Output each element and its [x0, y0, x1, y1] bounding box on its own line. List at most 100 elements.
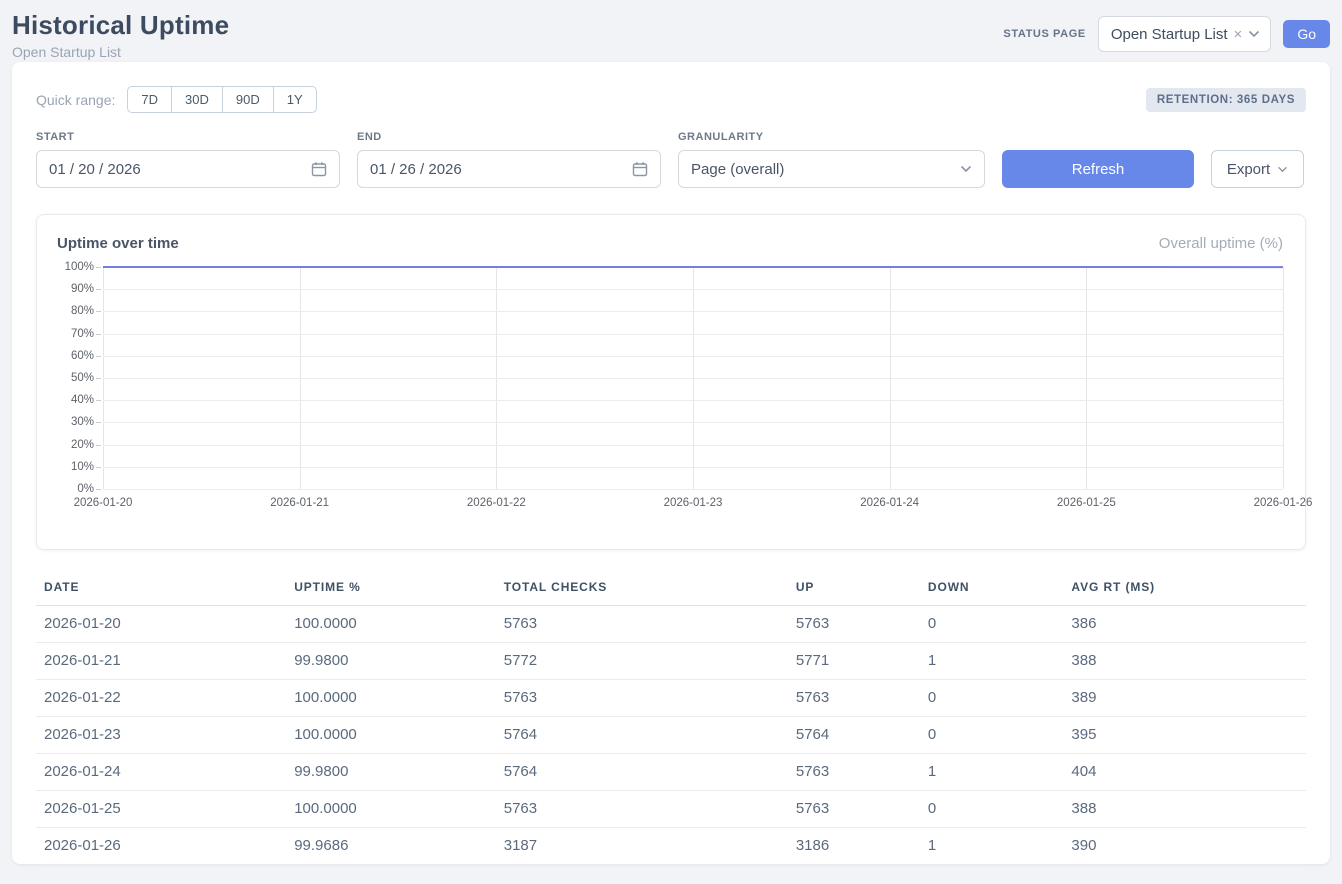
page-header: Historical Uptime Open Startup List STAT… [0, 0, 1342, 62]
table-cell: 2026-01-23 [36, 717, 286, 754]
table-cell: 5763 [788, 680, 920, 717]
table-cell: 0 [920, 680, 1064, 717]
chart-x-axis: 2026-01-202026-01-212026-01-222026-01-23… [103, 489, 1283, 511]
table-cell: 388 [1063, 791, 1306, 828]
table-cell: 404 [1063, 754, 1306, 791]
column-header: DATE [36, 570, 286, 606]
table-cell: 2026-01-20 [36, 606, 286, 643]
quick-range-90d-button[interactable]: 90D [222, 86, 274, 113]
granularity-select[interactable]: Page (overall) [678, 150, 985, 188]
y-tick-label: 50% [71, 372, 94, 384]
quick-range-group: 7D30D90D1Y [127, 86, 316, 113]
y-tick-label: 70% [71, 328, 94, 340]
table-row: 2026-01-2199.9800577257711388 [36, 643, 1306, 680]
start-date-value: 01 / 20 / 2026 [49, 161, 141, 178]
chevron-down-icon [1248, 30, 1260, 38]
uptime-chart-card: Uptime over time Overall uptime (%) 100%… [36, 214, 1306, 550]
calendar-icon[interactable] [632, 161, 648, 177]
title-block: Historical Uptime Open Startup List [12, 10, 229, 60]
y-tick-label: 90% [71, 283, 94, 295]
y-tick-label: 40% [71, 394, 94, 406]
y-tick-label: 100% [65, 261, 94, 273]
calendar-icon[interactable] [311, 161, 327, 177]
quick-range-1y-button[interactable]: 1Y [273, 86, 317, 113]
table-row: 2026-01-2699.9686318731861390 [36, 828, 1306, 865]
table-cell: 3186 [788, 828, 920, 865]
table-cell: 5763 [496, 606, 788, 643]
quick-range-label: Quick range: [36, 92, 115, 108]
column-header: UP [788, 570, 920, 606]
table-cell: 100.0000 [286, 717, 496, 754]
vertical-gridline [1283, 267, 1284, 489]
retention-badge: RETENTION: 365 DAYS [1146, 88, 1306, 112]
status-page-selected-value: Open Startup List [1111, 26, 1228, 43]
column-header: TOTAL CHECKS [496, 570, 788, 606]
page-subtitle: Open Startup List [12, 44, 229, 60]
table-cell: 2026-01-25 [36, 791, 286, 828]
quick-range-row: Quick range: 7D30D90D1Y RETENTION: 365 D… [36, 86, 1306, 113]
x-tick-label: 2026-01-20 [74, 497, 133, 509]
table-cell: 0 [920, 791, 1064, 828]
table-cell: 2026-01-21 [36, 643, 286, 680]
table-cell: 2026-01-26 [36, 828, 286, 865]
chart-plot-area [103, 267, 1283, 489]
x-tick-label: 2026-01-23 [664, 497, 723, 509]
table-cell: 2026-01-24 [36, 754, 286, 791]
refresh-button[interactable]: Refresh [1002, 150, 1194, 188]
chart-y-axis: 100%90%80%70%60%50%40%30%20%10%0% [57, 267, 103, 489]
table-cell: 5763 [496, 680, 788, 717]
main-panel: Quick range: 7D30D90D1Y RETENTION: 365 D… [12, 62, 1330, 864]
export-button-label: Export [1227, 161, 1270, 178]
header-controls: STATUS PAGE Open Startup List × Go [1003, 16, 1330, 52]
table-header-row: DATEUPTIME %TOTAL CHECKSUPDOWNAVG RT (MS… [36, 570, 1306, 606]
table-cell: 100.0000 [286, 680, 496, 717]
start-date-label: START [36, 131, 340, 143]
quick-range-30d-button[interactable]: 30D [171, 86, 223, 113]
table-cell: 100.0000 [286, 606, 496, 643]
go-button[interactable]: Go [1283, 20, 1330, 48]
table-row: 2026-01-20100.0000576357630386 [36, 606, 1306, 643]
table-cell: 5763 [496, 791, 788, 828]
column-header: DOWN [920, 570, 1064, 606]
y-tick-label: 20% [71, 439, 94, 451]
table-cell: 5772 [496, 643, 788, 680]
filters-row: START 01 / 20 / 2026 END 01 / 26 / 2026 … [36, 131, 1306, 188]
end-date-input[interactable]: 01 / 26 / 2026 [357, 150, 661, 188]
quick-range-7d-button[interactable]: 7D [127, 86, 172, 113]
table-cell: 1 [920, 643, 1064, 680]
table-cell: 3187 [496, 828, 788, 865]
table-row: 2026-01-2499.9800576457631404 [36, 754, 1306, 791]
start-date-input[interactable]: 01 / 20 / 2026 [36, 150, 340, 188]
x-tick-label: 2026-01-24 [860, 497, 919, 509]
table-cell: 5764 [496, 717, 788, 754]
table-cell: 390 [1063, 828, 1306, 865]
table-cell: 5764 [788, 717, 920, 754]
chevron-down-icon [960, 165, 972, 173]
table-cell: 1 [920, 754, 1064, 791]
table-cell: 5763 [788, 606, 920, 643]
status-page-select[interactable]: Open Startup List × [1098, 16, 1272, 52]
chevron-down-icon [1277, 166, 1288, 173]
x-tick-label: 2026-01-21 [270, 497, 329, 509]
uptime-table: DATEUPTIME %TOTAL CHECKSUPDOWNAVG RT (MS… [36, 570, 1306, 865]
x-tick-label: 2026-01-26 [1254, 497, 1313, 509]
table-cell: 5771 [788, 643, 920, 680]
chart-title: Uptime over time [57, 235, 179, 252]
table-cell: 2026-01-22 [36, 680, 286, 717]
table-cell: 99.9800 [286, 643, 496, 680]
table-cell: 389 [1063, 680, 1306, 717]
chart-body: 100%90%80%70%60%50%40%30%20%10%0% [57, 267, 1283, 489]
table-cell: 99.9800 [286, 754, 496, 791]
export-button[interactable]: Export [1211, 150, 1304, 188]
table-row: 2026-01-23100.0000576457640395 [36, 717, 1306, 754]
y-tick-label: 10% [71, 461, 94, 473]
chart-legend: Overall uptime (%) [1159, 235, 1283, 252]
clear-selection-icon[interactable]: × [1234, 26, 1243, 43]
end-date-value: 01 / 26 / 2026 [370, 161, 462, 178]
column-header: AVG RT (MS) [1063, 570, 1306, 606]
table-cell: 395 [1063, 717, 1306, 754]
table-cell: 386 [1063, 606, 1306, 643]
table-cell: 1 [920, 828, 1064, 865]
end-date-label: END [357, 131, 661, 143]
status-page-label: STATUS PAGE [1003, 28, 1085, 40]
